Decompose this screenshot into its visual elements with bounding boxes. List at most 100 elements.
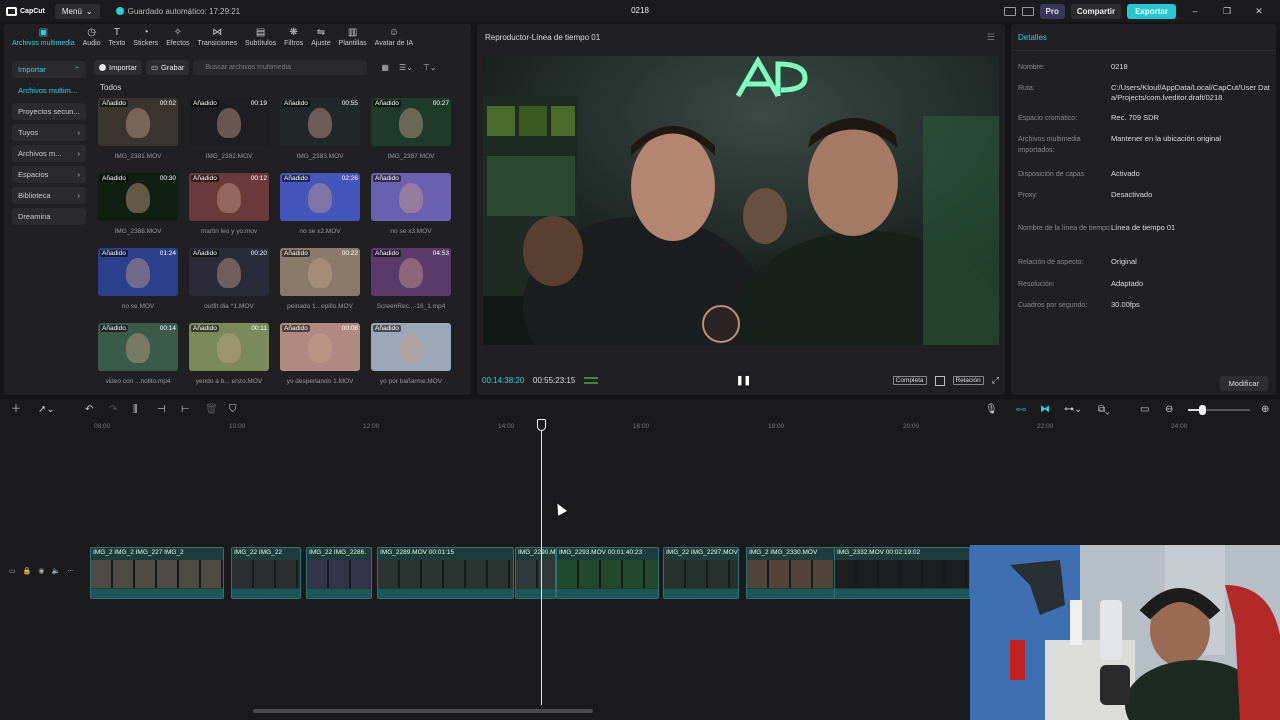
fullscreen-icon[interactable]: ⤢ [992, 375, 999, 386]
aspect-ratio-button[interactable]: Relación [952, 376, 984, 385]
pause-icon[interactable]: ❚❚ [736, 375, 751, 386]
marker-icon[interactable]: ⛉ [229, 404, 237, 415]
filter-icon[interactable]: ⊤⌄ [423, 63, 437, 72]
sidebar-item-0[interactable]: Importar ⌃ [12, 61, 86, 78]
media-card[interactable]: Añadido no se x3.MOV [371, 173, 451, 243]
split-right-icon[interactable]: ⊢ [181, 404, 190, 415]
media-card[interactable]: Añadido 00:11 yendo a b... enzo.MOV [189, 323, 269, 393]
media-thumbnail[interactable]: Añadido 00:14 [98, 323, 178, 371]
media-card[interactable]: Añadido 00:20 outfit dia ^1.MOV [189, 248, 269, 318]
media-thumbnail[interactable]: Añadido 00:27 [371, 98, 451, 146]
media-thumbnail[interactable]: Añadido 00:12 [189, 173, 269, 221]
sidebar-item-5[interactable]: Espacios › [12, 166, 86, 183]
grid-view-icon[interactable]: ▦ [381, 63, 389, 72]
link-icon[interactable]: ⧓ [1040, 404, 1050, 415]
timeline-clip[interactable]: IMG_2293.MOV 00:01:40:23 [556, 547, 659, 599]
split-icon[interactable]: ⫼ [133, 404, 138, 415]
media-card[interactable]: Añadido 01:24 no se.MOV [98, 248, 178, 318]
media-thumbnail[interactable]: Añadido 00:11 [189, 323, 269, 371]
chain-icon[interactable]: ⊶⌄ [1064, 404, 1082, 415]
media-card[interactable]: Añadido 00:14 video con ...nollto.mp4 [98, 323, 178, 393]
timeline-clip[interactable]: IMG_2290.M [515, 547, 556, 599]
volume-icon[interactable]: 🔈 [51, 567, 60, 575]
zoom-out-icon[interactable]: ⊖ [1165, 404, 1173, 415]
media-card[interactable]: Añadido 00:08 yo despertando 1.MOV [280, 323, 360, 393]
add-icon[interactable]: ＋ [11, 404, 21, 415]
magnet-icon[interactable]: ⧟ [1016, 404, 1026, 415]
time-ruler[interactable]: 08:00 10:00 12:00 14:00 16:00 18:00 20:00 22:00… [0, 423, 1280, 435]
minimize-icon[interactable]: – [1182, 6, 1208, 16]
main-video-track[interactable]: IMG_2 IMG_2 IMG_227 IMG_2 IMG_22 IMG_22 IM… [90, 547, 971, 599]
timeline-clip[interactable]: IMG_22 IMG_2286. [306, 547, 372, 599]
media-thumbnail[interactable]: Añadido 00:30 [98, 173, 178, 221]
media-card[interactable]: Añadido 00:02 IMG_2381.MOV [98, 98, 178, 168]
timeline-scrollbar[interactable] [253, 709, 593, 713]
sidebar-item-3[interactable]: Tuyos › [12, 124, 86, 141]
tool-sticker[interactable]: ◔ Stickers [129, 27, 162, 47]
timeline-clip[interactable]: IMG_22 IMG_2297.MOV [663, 547, 739, 599]
playhead-handle[interactable] [537, 419, 546, 431]
close-icon[interactable]: ✕ [1246, 6, 1272, 17]
tool-audio[interactable]: ◷ Audio [79, 27, 105, 47]
shortcuts-icon[interactable] [1021, 6, 1034, 16]
media-thumbnail[interactable]: Añadido 00:02 [98, 98, 178, 146]
sidebar-item-1[interactable]: Archivos multim... [12, 82, 86, 99]
media-card[interactable]: Añadido 00:30 IMG_2388.MOV [98, 173, 178, 243]
zoom-in-icon[interactable]: ⊕ [1261, 404, 1269, 415]
media-thumbnail[interactable]: Añadido 00:20 [189, 248, 269, 296]
pro-button[interactable]: Pro [1039, 3, 1065, 19]
media-thumbnail[interactable]: Añadido 00:19 [189, 98, 269, 146]
import-button[interactable]: Importar [94, 59, 142, 75]
delete-icon[interactable]: 🗑 [205, 404, 218, 415]
tool-media[interactable]: ▣ Archivos multimedia [8, 27, 79, 47]
cover-icon[interactable]: ▭ [9, 567, 16, 575]
tool-templates[interactable]: ▥ Plantillas [335, 27, 371, 47]
media-card[interactable]: Añadido 00:55 IMG_2383.MOV [280, 98, 360, 168]
redo-icon[interactable]: ↷ [109, 404, 117, 415]
microphone-icon[interactable]: 🎙 [985, 404, 998, 415]
search-input[interactable] [193, 59, 368, 75]
undo-icon[interactable]: ↶ [85, 404, 93, 415]
zoom-slider-handle[interactable] [1199, 405, 1206, 415]
media-thumbnail[interactable]: Añadido 00:22 [280, 248, 360, 296]
timecode-grid-icon[interactable] [584, 377, 598, 384]
more-icon[interactable]: ⋯ [67, 567, 74, 575]
media-card[interactable]: Añadido 00:12 martin leo y yo.mov [189, 173, 269, 243]
tool-effects[interactable]: ✧ Efectos [162, 27, 193, 47]
eye-icon[interactable]: ◉ [38, 567, 44, 575]
tool-text[interactable]: T Texto [105, 27, 130, 47]
timeline-clip[interactable]: IMG_2332.MOV 00:02:19:02 [834, 547, 970, 599]
sort-icon[interactable]: ☰⌄ [399, 63, 413, 72]
media-card[interactable]: Añadido 00:27 IMG_2387.MOV [371, 98, 451, 168]
tool-subtitles[interactable]: ▤ Subtítulos [241, 27, 280, 47]
record-button[interactable]: ▭ Grabar [145, 59, 190, 75]
sidebar-item-2[interactable]: Proyectos secun... [12, 103, 86, 120]
export-button[interactable]: Exportar [1127, 3, 1176, 19]
playhead[interactable] [541, 425, 542, 705]
media-thumbnail[interactable]: Añadido [371, 323, 451, 371]
media-thumbnail[interactable]: Añadido [371, 173, 451, 221]
tool-transitions[interactable]: ⋈ Transiciones [194, 27, 241, 47]
media-thumbnail[interactable]: Añadido 01:24 [98, 248, 178, 296]
tool-ai-avatar[interactable]: ☺ Avatar de IA [371, 27, 417, 47]
media-card[interactable]: Añadido 00:19 IMG_2382.MOV [189, 98, 269, 168]
select-tool-icon[interactable]: ➚⌄ [38, 404, 55, 415]
tool-filters[interactable]: ❋ Filtros [280, 27, 307, 47]
media-card[interactable]: Añadido yo por bañarme.MOV [371, 323, 451, 393]
sidebar-item-7[interactable]: Dreamina [12, 208, 86, 225]
restore-icon[interactable]: ❐ [1214, 6, 1240, 17]
crop-icon[interactable] [934, 375, 945, 386]
menu-icon[interactable]: ☰ [987, 32, 995, 43]
timeline-clip[interactable]: IMG_22 IMG_22 [231, 547, 301, 599]
timeline-clip[interactable]: IMG_2 IMG_2 IMG_227 IMG_2 [90, 547, 224, 599]
media-thumbnail[interactable]: Añadido 00:55 [280, 98, 360, 146]
video-preview[interactable] [483, 56, 999, 345]
media-thumbnail[interactable]: Añadido 00:08 [280, 323, 360, 371]
media-card[interactable]: Añadido 00:22 peinado 1...epillo.MOV [280, 248, 360, 318]
full-quality-button[interactable]: Completa [892, 376, 927, 385]
snap-icon[interactable]: ⧉⌄ [1098, 404, 1110, 415]
share-button[interactable]: Compartir [1070, 3, 1122, 19]
media-thumbnail[interactable]: Añadido 04:53 [371, 248, 451, 296]
all-filter-label[interactable]: Todos [100, 83, 121, 92]
modify-button[interactable]: Modificar [1219, 376, 1268, 391]
